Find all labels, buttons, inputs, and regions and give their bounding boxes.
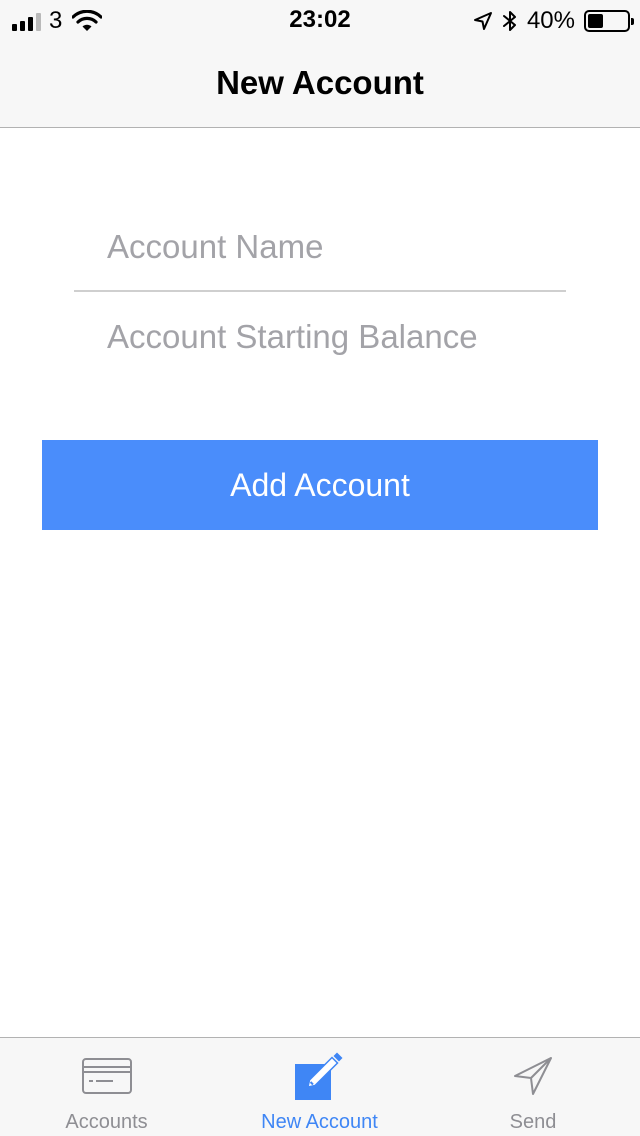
navigation-bar: New Account (0, 40, 640, 128)
page-title: New Account (216, 64, 424, 101)
add-account-button[interactable]: Add Account (42, 440, 598, 530)
tab-accounts[interactable]: Accounts (0, 1038, 213, 1136)
location-arrow-icon (473, 12, 492, 30)
battery-tip (631, 18, 634, 25)
send-icon (514, 1057, 552, 1095)
bluetooth-icon (502, 11, 516, 31)
starting-balance-input[interactable] (74, 302, 566, 372)
battery-icon (584, 10, 634, 32)
tab-label: Accounts (65, 1111, 148, 1133)
tab-label: Send (509, 1111, 557, 1133)
status-bar: 3 23:02 40% (0, 0, 640, 40)
tab-bar: Accounts New Account Send (0, 1037, 640, 1136)
tab-send[interactable]: Send (426, 1038, 640, 1136)
tab-new-account[interactable]: New Account (213, 1038, 426, 1136)
tab-label: New Account (261, 1111, 378, 1133)
account-name-input[interactable] (74, 212, 566, 282)
status-right: 40% (473, 7, 634, 35)
battery-percent: 40% (526, 7, 575, 34)
screen: 3 23:02 40% New Account Account Name Acc… (0, 0, 640, 1136)
credit-card-icon (81, 1058, 132, 1094)
battery-fill (588, 14, 603, 28)
compose-icon (294, 1052, 342, 1100)
field-divider (74, 290, 566, 292)
